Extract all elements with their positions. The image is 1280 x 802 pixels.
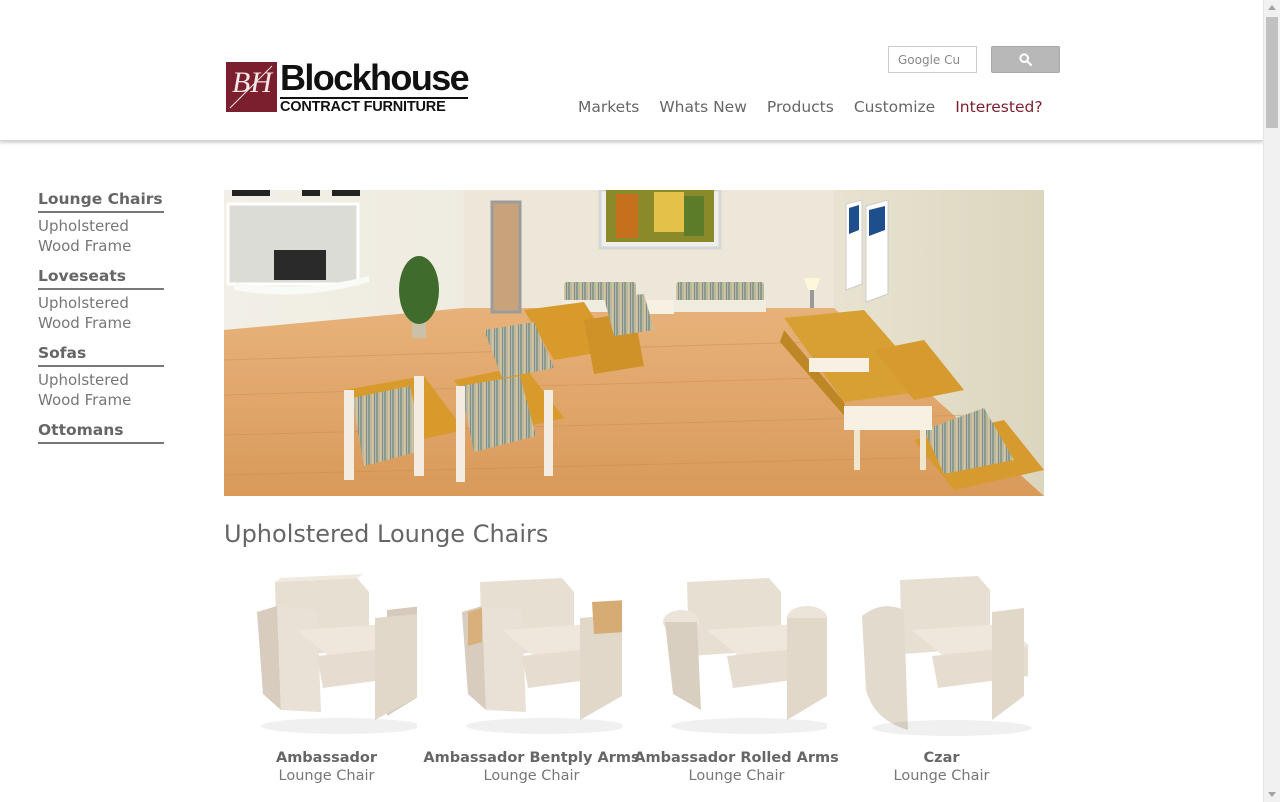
product-grid: Ambassador Lounge Chair Ambassador Bentp… <box>224 570 1044 784</box>
product-name[interactable]: Czar <box>923 750 959 766</box>
site-logo[interactable]: BH Blockhouse CONTRACT FURNITURE <box>226 56 478 115</box>
product-name[interactable]: Ambassador Bentply Arms <box>423 750 639 766</box>
logo-monogram: BH <box>226 62 277 112</box>
sidebar-heading-loveseats[interactable]: Loveseats <box>38 266 164 290</box>
sidebar-heading-lounge-chairs[interactable]: Lounge Chairs <box>38 189 164 213</box>
sidebar-link-sofas-upholstered[interactable]: Upholstered <box>38 370 164 390</box>
logo-tagline: CONTRACT FURNITURE <box>280 96 469 115</box>
product-type: Lounge Chair <box>278 768 375 784</box>
sidebar-heading-sofas[interactable]: Sofas <box>38 343 164 367</box>
nav-markets[interactable]: Markets <box>578 98 639 116</box>
nav-customize[interactable]: Customize <box>854 98 935 116</box>
search-input[interactable]: Google Cu <box>888 46 977 73</box>
product-name[interactable]: Ambassador Rolled Arms <box>634 750 839 766</box>
scroll-up-arrow-icon[interactable] <box>1268 5 1276 10</box>
product-type: Lounge Chair <box>483 768 580 784</box>
product-image[interactable] <box>237 570 417 742</box>
nav-whats-new[interactable]: Whats New <box>659 98 747 116</box>
product-card[interactable]: Ambassador Lounge Chair <box>224 570 429 784</box>
product-type: Lounge Chair <box>688 768 785 784</box>
sidebar-group-loveseats: Loveseats Upholstered Wood Frame <box>38 266 164 333</box>
product-image[interactable] <box>852 570 1032 742</box>
product-type: Lounge Chair <box>893 768 990 784</box>
sidebar-heading-ottomans[interactable]: Ottomans <box>38 420 164 444</box>
logo-name: Blockhouse <box>280 56 470 98</box>
logo-monogram-b: BH <box>232 66 274 99</box>
sidebar-link-lounge-wood-frame[interactable]: Wood Frame <box>38 236 164 256</box>
product-image[interactable] <box>647 570 827 742</box>
product-card[interactable]: Czar Lounge Chair <box>839 570 1044 784</box>
sidebar-link-loveseats-wood-frame[interactable]: Wood Frame <box>38 313 164 333</box>
sidebar-link-sofas-wood-frame[interactable]: Wood Frame <box>38 390 164 410</box>
product-name[interactable]: Ambassador <box>276 750 377 766</box>
product-card[interactable]: Ambassador Rolled Arms Lounge Chair <box>634 570 839 784</box>
product-card[interactable]: Ambassador Bentply Arms Lounge Chair <box>423 570 640 784</box>
sidebar-group-sofas: Sofas Upholstered Wood Frame <box>38 343 164 410</box>
sidebar-group-lounge-chairs: Lounge Chairs Upholstered Wood Frame <box>38 189 164 256</box>
nav-products[interactable]: Products <box>767 98 834 116</box>
main-nav: Markets Whats New Products Customize Int… <box>578 98 1063 116</box>
site-header: BH Blockhouse CONTRACT FURNITURE Google … <box>0 0 1263 141</box>
section-title: Upholstered Lounge Chairs <box>224 520 549 548</box>
sidebar-link-lounge-upholstered[interactable]: Upholstered <box>38 216 164 236</box>
search-icon <box>1019 53 1032 66</box>
category-sidebar: Lounge Chairs Upholstered Wood Frame Lov… <box>38 189 164 454</box>
page-scrollbar[interactable] <box>1263 0 1280 802</box>
hero-image <box>224 190 1044 496</box>
product-image[interactable] <box>442 570 622 742</box>
nav-interested[interactable]: Interested? <box>955 98 1042 116</box>
scroll-thumb[interactable] <box>1266 17 1278 128</box>
sidebar-link-loveseats-upholstered[interactable]: Upholstered <box>38 293 164 313</box>
search-button[interactable] <box>991 46 1060 73</box>
scroll-down-arrow-icon[interactable] <box>1268 792 1276 797</box>
sidebar-group-ottomans: Ottomans <box>38 420 164 444</box>
